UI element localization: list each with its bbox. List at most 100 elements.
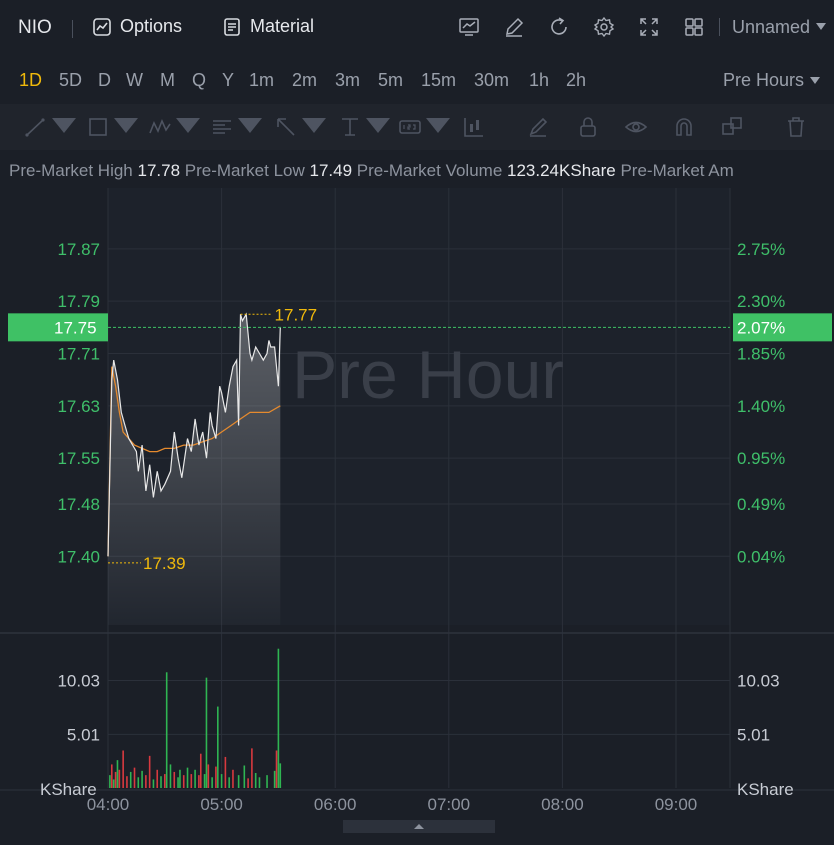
ticker-symbol[interactable]: NIO [18, 17, 52, 39]
percent-tick-label: 1.85% [737, 345, 785, 364]
period-5d[interactable]: 5D [59, 70, 82, 91]
watermark: Pre Hour [292, 337, 564, 413]
volume-bar [141, 770, 143, 788]
draw-icon [506, 17, 524, 37]
fullscreen-button[interactable] [627, 16, 672, 38]
period-2h[interactable]: 2h [566, 70, 586, 91]
indicator-tool-icon [464, 118, 483, 137]
period-m[interactable]: M [160, 70, 175, 91]
layout-grid-button[interactable] [672, 16, 717, 38]
magnet-button[interactable] [672, 115, 696, 139]
settings-icon [594, 16, 615, 38]
price-tick-label: 17.71 [57, 345, 100, 364]
period-y[interactable]: Y [222, 70, 234, 91]
refresh-button[interactable] [537, 16, 582, 38]
material-button[interactable]: Material [222, 16, 314, 37]
period-5m[interactable]: 5m [378, 70, 403, 91]
period-q[interactable]: Q [192, 70, 206, 91]
premarket-stats: Pre-Market High 17.78 Pre-Market Low 17.… [0, 154, 834, 188]
period-1m[interactable]: 1m [249, 70, 274, 91]
text-tool-icon [399, 120, 421, 134]
lock-button[interactable] [576, 115, 600, 139]
options-icon [93, 17, 111, 36]
volume-bar [145, 775, 147, 788]
chevron-up-icon [414, 824, 424, 829]
caret-down-icon [816, 23, 826, 30]
period-w[interactable]: W [126, 70, 143, 91]
volume-bar [266, 775, 268, 788]
volume-bar [203, 774, 206, 788]
clone-button[interactable] [720, 115, 744, 139]
volume-tick-label: 10.03 [57, 672, 100, 691]
low-marker-label: 17.39 [143, 554, 186, 573]
period-15m[interactable]: 15m [421, 70, 456, 91]
volume-bar [186, 767, 189, 788]
draw-button[interactable] [492, 16, 537, 38]
arrow-tool-button[interactable] [274, 115, 326, 139]
percent-tick-label: 0.49% [737, 495, 785, 514]
percent-tick-label: 1.40% [737, 397, 785, 416]
chart-indicator-button[interactable] [447, 16, 492, 38]
volume-bar [194, 769, 196, 788]
text-tool-button[interactable] [398, 115, 450, 139]
volume-bar [109, 775, 111, 788]
pattern-tool-button[interactable] [148, 115, 200, 139]
toolbar-right: Unnamed [447, 16, 826, 38]
period-3m[interactable]: 3m [335, 70, 360, 91]
volume-bar [243, 765, 246, 788]
fib-tool-button[interactable] [210, 115, 262, 139]
volume-bar [116, 760, 119, 788]
top-toolbar: NIO Options Material Unnamed [0, 0, 834, 58]
time-tick-label: 09:00 [655, 795, 698, 814]
volume-bar [122, 750, 124, 788]
time-tick-label: 08:00 [541, 795, 584, 814]
measure-tool-button[interactable] [338, 115, 390, 139]
period-1d[interactable]: 1D [19, 70, 42, 91]
fib-tool-icon [213, 120, 231, 134]
options-label: Options [120, 16, 183, 36]
volume-bar [164, 774, 166, 788]
line-tool-button[interactable] [24, 115, 76, 139]
layout-name: Unnamed [731, 16, 810, 37]
volume-bar [254, 773, 257, 788]
rectangle-tool-button[interactable] [86, 115, 138, 139]
high-marker-label: 17.77 [275, 305, 318, 324]
brush-tool-button[interactable] [526, 115, 550, 139]
caret-down-icon [114, 118, 138, 133]
stat-label: Pre-Market Volume [356, 161, 503, 180]
clone-icon [722, 117, 742, 135]
volume-bar [137, 777, 140, 788]
volume-bars [109, 648, 282, 788]
caret-down-icon [52, 118, 76, 133]
measure-tool-icon [342, 118, 358, 136]
last-price-label: 17.75 [54, 318, 97, 337]
volume-bar [277, 648, 280, 788]
percent-tick-label: 0.95% [737, 449, 785, 468]
layout-name-dropdown[interactable]: Unnamed [732, 17, 826, 38]
indicator-tool-button[interactable] [462, 115, 486, 139]
session-dropdown[interactable]: Pre Hours [723, 70, 820, 91]
price-chart[interactable]: Pre Hour 17.77 17.39 17.87 2.75% 17.79 2.30%… [0, 188, 834, 818]
volume-tick-label: 5.01 [737, 725, 770, 744]
volume-bar [258, 777, 261, 788]
percent-tick-label: 2.75% [737, 240, 785, 259]
toolbar-divider [72, 20, 73, 38]
period-1h[interactable]: 1h [529, 70, 549, 91]
volume-bar [251, 748, 253, 788]
period-2m[interactable]: 2m [292, 70, 317, 91]
toolbar-divider [718, 18, 720, 36]
options-button[interactable]: Options [92, 16, 182, 37]
price-tick-label: 17.63 [57, 397, 100, 416]
delete-drawings-button[interactable] [784, 115, 808, 139]
period-d[interactable]: D [98, 70, 111, 91]
volume-bar [179, 769, 181, 788]
visibility-button[interactable] [624, 115, 648, 139]
settings-button[interactable] [582, 16, 627, 38]
panel-resize-handle[interactable] [343, 820, 495, 833]
volume-bar [247, 778, 249, 788]
line-tool-icon [25, 118, 45, 137]
period-30m[interactable]: 30m [474, 70, 509, 91]
volume-bar [110, 764, 113, 788]
caret-down-icon [176, 118, 200, 133]
last-percent-label: 2.07% [737, 318, 785, 337]
